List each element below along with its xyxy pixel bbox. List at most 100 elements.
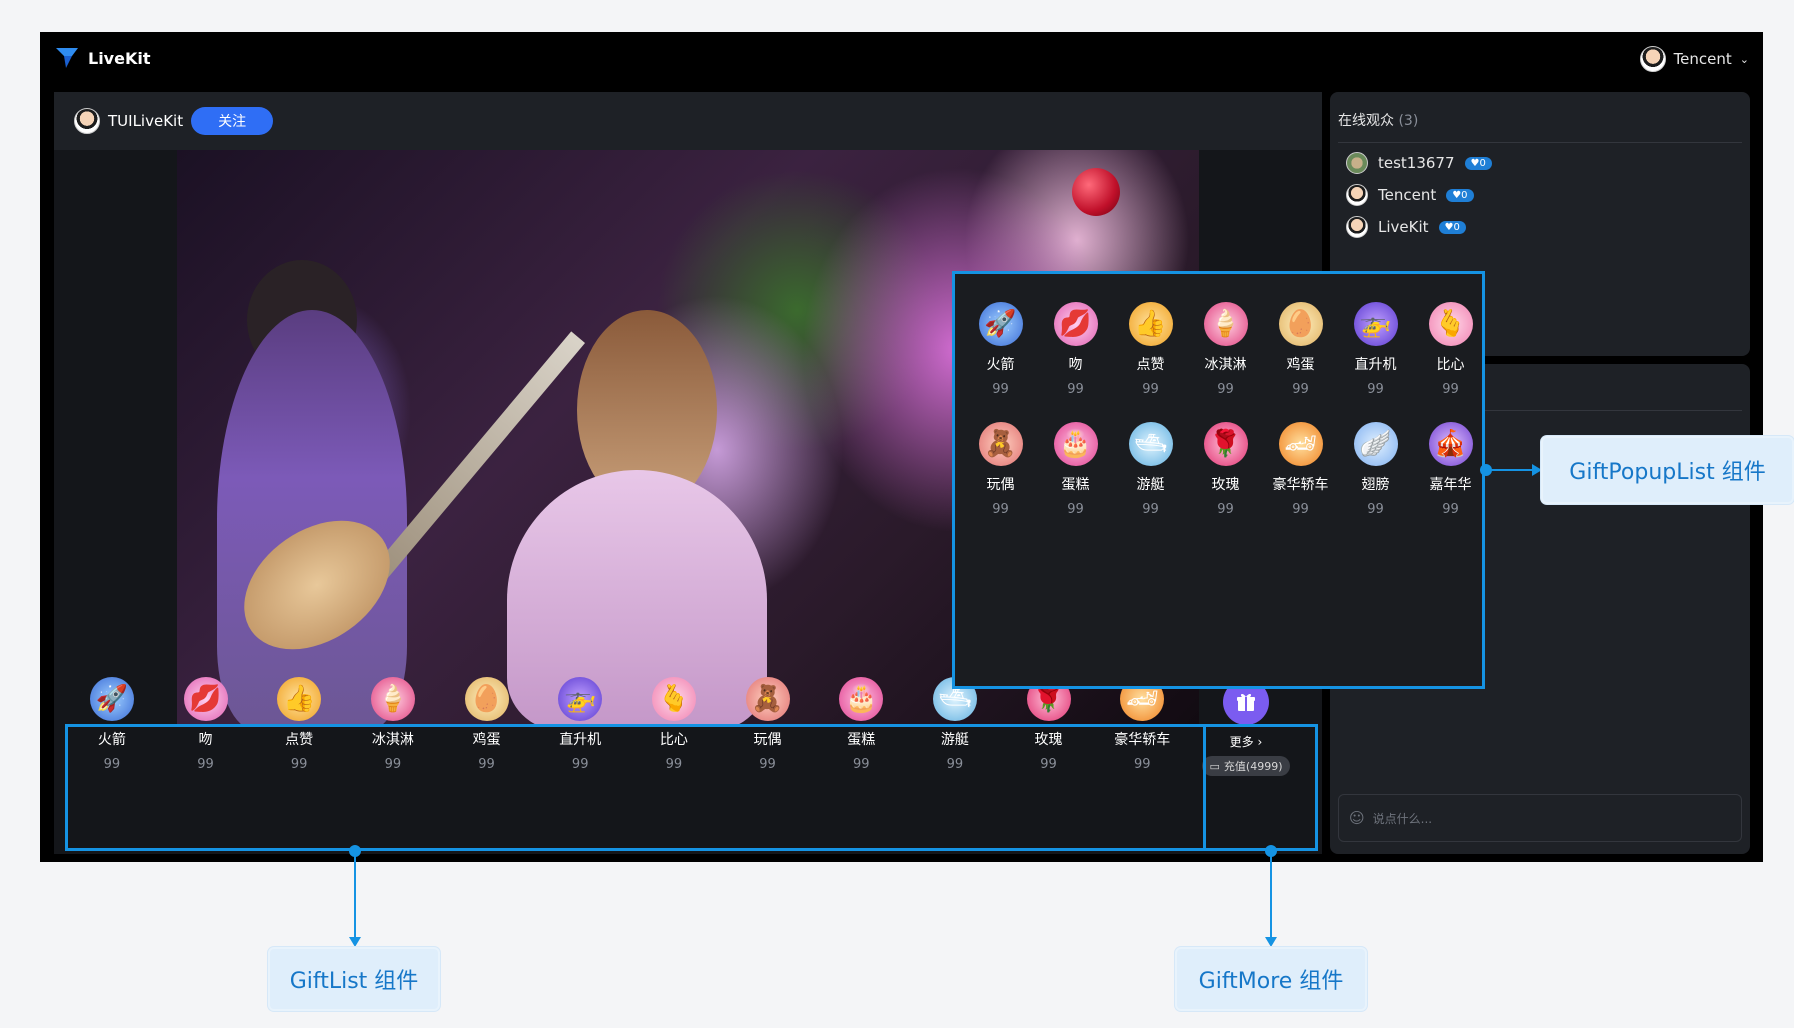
gift-item[interactable]: 🛥 游艇 99 (1113, 422, 1188, 526)
top-bar: LiveKit Tencent ⌄ (40, 32, 1763, 88)
teddy-bear-icon: 🧸 (978, 422, 1023, 466)
kiss-icon: 💋 (183, 677, 228, 721)
viewer-name: LiveKit (1378, 218, 1429, 236)
finger-heart-icon: 🫰 (651, 677, 696, 721)
arrow-down-icon (1265, 937, 1277, 947)
giftlist-callout: GiftList 组件 (268, 947, 440, 1011)
avatar (1346, 216, 1368, 238)
gift-item[interactable]: 🎂 蛋糕 99 (1038, 422, 1113, 526)
gift-item[interactable]: 🫰 比心 99 (1413, 302, 1488, 406)
teddy-bear-icon: 🧸 (745, 677, 790, 721)
gift-price: 99 (1292, 502, 1309, 517)
emoji-icon[interactable]: ☺ (1349, 809, 1365, 827)
gift-price: 99 (1067, 502, 1084, 517)
gift-name: 蛋糕 (1061, 477, 1090, 493)
chat-input[interactable]: ☺ 说点什么... (1338, 794, 1742, 842)
divider (1338, 142, 1742, 143)
viewers-title: 在线观众 (3) (1338, 113, 1419, 129)
gift-name: 游艇 (1136, 477, 1165, 493)
gift-price: 99 (1442, 382, 1459, 397)
gift-more-highlight (1203, 724, 1318, 851)
chat-placeholder: 说点什么... (1372, 811, 1433, 826)
gift-price: 99 (1367, 502, 1384, 517)
gift-name: 玫瑰 (1211, 477, 1240, 493)
gift-item[interactable]: 🎪 嘉年华 99 (1413, 422, 1488, 526)
gift-price: 99 (1217, 382, 1234, 397)
chevron-down-icon: ⌄ (1739, 52, 1749, 66)
giftmore-callout: GiftMore 组件 (1175, 947, 1367, 1011)
gift-item[interactable]: 🪽 翅膀 99 (1338, 422, 1413, 526)
gift-item[interactable]: 🧸 玩偶 99 (963, 422, 1038, 526)
wings-icon: 🪽 (1353, 422, 1398, 466)
gift-price: 99 (1442, 502, 1459, 517)
viewer-name: Tencent (1378, 186, 1437, 204)
connector-line (1270, 851, 1272, 939)
egg-icon: 🥚 (1278, 302, 1323, 346)
yacht-icon: 🛥 (1128, 422, 1173, 466)
gift-price: 99 (1142, 382, 1159, 397)
gift-name: 点赞 (1136, 357, 1165, 373)
connector-line (1486, 469, 1534, 471)
host-info-bar: TUILiveKit 关注 (54, 92, 1322, 150)
kiss-icon: 💋 (1053, 302, 1098, 346)
carnival-icon: 🎪 (1428, 422, 1473, 466)
ice-cream-icon: 🍦 (1203, 302, 1248, 346)
follow-button[interactable]: 关注 (191, 107, 274, 135)
level-badge: ♥0 (1446, 188, 1474, 202)
gift-price: 99 (1292, 382, 1309, 397)
avatar (1639, 46, 1666, 72)
rocket-icon: 🚀 (978, 302, 1023, 346)
viewer-name: test13677 (1378, 154, 1455, 172)
gift-name: 吻 (1068, 357, 1083, 373)
video-figure (217, 310, 407, 724)
user-menu[interactable]: Tencent ⌄ (1639, 46, 1749, 72)
gift-item[interactable]: 🚁 直升机 99 (1338, 302, 1413, 406)
thumbs-up-icon: 👍 (1128, 302, 1173, 346)
sports-car-icon: 🏎 (1278, 422, 1323, 466)
connector-line (354, 851, 356, 939)
gift-item[interactable]: 🚀 火箭 99 (963, 302, 1038, 406)
app-name: LiveKit (88, 48, 151, 68)
gift-popup-list: 🚀 火箭 99 💋 吻 99 👍 点赞 99 🍦 冰淇淋 99 🥚 鸡蛋 99 🚁 直升机 99 🫰 比心 99 🧸 玩偶 9… (952, 271, 1485, 689)
gift-price: 99 (1142, 502, 1159, 517)
gift-name: 直升机 (1354, 357, 1397, 373)
livekit-logo-icon (56, 48, 78, 68)
video-figure (1072, 168, 1120, 216)
viewer-item[interactable]: Tencent ♥0 (1346, 184, 1474, 206)
gift-popup-grid: 🚀 火箭 99 💋 吻 99 👍 点赞 99 🍦 冰淇淋 99 🥚 鸡蛋 99 🚁 直升机 99 🫰 比心 99 🧸 玩偶 9… (963, 302, 1488, 526)
viewer-item[interactable]: test13677 ♥0 (1346, 152, 1492, 174)
rose-icon: 🌹 (1203, 422, 1248, 466)
host-avatar[interactable] (74, 108, 100, 134)
gift-name: 玩偶 (986, 477, 1015, 493)
viewer-item[interactable]: LiveKit ♥0 (1346, 216, 1466, 238)
thumbs-up-icon: 👍 (277, 677, 322, 721)
cake-icon: 🎂 (1053, 422, 1098, 466)
gift-name: 鸡蛋 (1286, 357, 1315, 373)
gift-item[interactable]: 🌹 玫瑰 99 (1188, 422, 1263, 526)
rocket-icon: 🚀 (89, 677, 134, 721)
user-name: Tencent (1673, 50, 1732, 68)
avatar (1346, 152, 1368, 174)
gift-name: 嘉年华 (1429, 477, 1472, 493)
ice-cream-icon: 🍦 (370, 677, 415, 721)
gift-name: 豪华轿车 (1272, 477, 1329, 493)
gift-item[interactable]: 🍦 冰淇淋 99 (1188, 302, 1263, 406)
gift-price: 99 (992, 502, 1009, 517)
giftpopup-callout: GiftPopupList 组件 (1541, 436, 1794, 504)
cake-icon: 🎂 (839, 677, 884, 721)
gift-name: 火箭 (986, 357, 1015, 373)
arrow-down-icon (349, 937, 361, 947)
gift-price: 99 (992, 382, 1009, 397)
gift-list-highlight (65, 724, 1206, 851)
host-name: TUILiveKit (108, 112, 184, 130)
gift-price: 99 (1217, 502, 1234, 517)
gift-item[interactable]: 🏎 豪华轿车 99 (1263, 422, 1338, 526)
app-logo[interactable]: LiveKit (54, 46, 151, 70)
gift-item[interactable]: 💋 吻 99 (1038, 302, 1113, 406)
helicopter-icon: 🚁 (558, 677, 603, 721)
gift-item[interactable]: 🥚 鸡蛋 99 (1263, 302, 1338, 406)
gift-price: 99 (1367, 382, 1384, 397)
helicopter-icon: 🚁 (1353, 302, 1398, 346)
gift-item[interactable]: 👍 点赞 99 (1113, 302, 1188, 406)
level-badge: ♥0 (1464, 156, 1492, 170)
